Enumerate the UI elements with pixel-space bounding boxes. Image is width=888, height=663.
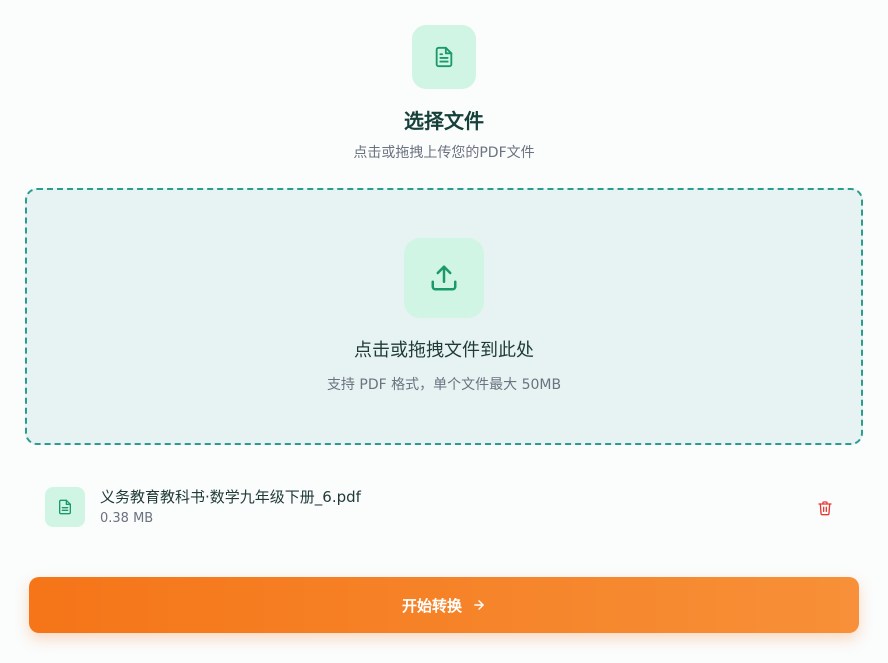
page-title: 选择文件 [404,109,484,133]
start-convert-label: 开始转换 [401,596,462,615]
delete-file-button[interactable] [815,498,835,518]
file-name: 义务教育教科书·数学九年级下册_6.pdf [100,488,361,506]
page-subtitle: 点击或拖拽上传您的PDF文件 [353,145,535,161]
dropzone-hint: 支持 PDF 格式，单个文件最大 50MB [326,377,562,393]
dropzone-title: 点击或拖拽文件到此处 [354,340,534,361]
start-convert-button[interactable]: 开始转换 [29,577,859,633]
file-dropzone[interactable]: 点击或拖拽文件到此处 支持 PDF 格式，单个文件最大 50MB [25,188,863,445]
document-icon [412,25,476,89]
upload-icon [404,238,484,318]
file-icon [45,487,85,527]
file-list-item: 义务教育教科书·数学九年级下册_6.pdf 0.38 MB [29,474,859,542]
trash-icon [818,501,832,516]
page: 选择文件 点击或拖拽上传您的PDF文件 点击或拖拽文件到此处 支持 PDF 格式… [0,0,888,663]
file-size: 0.38 MB [100,511,154,526]
arrow-right-icon [472,598,486,612]
